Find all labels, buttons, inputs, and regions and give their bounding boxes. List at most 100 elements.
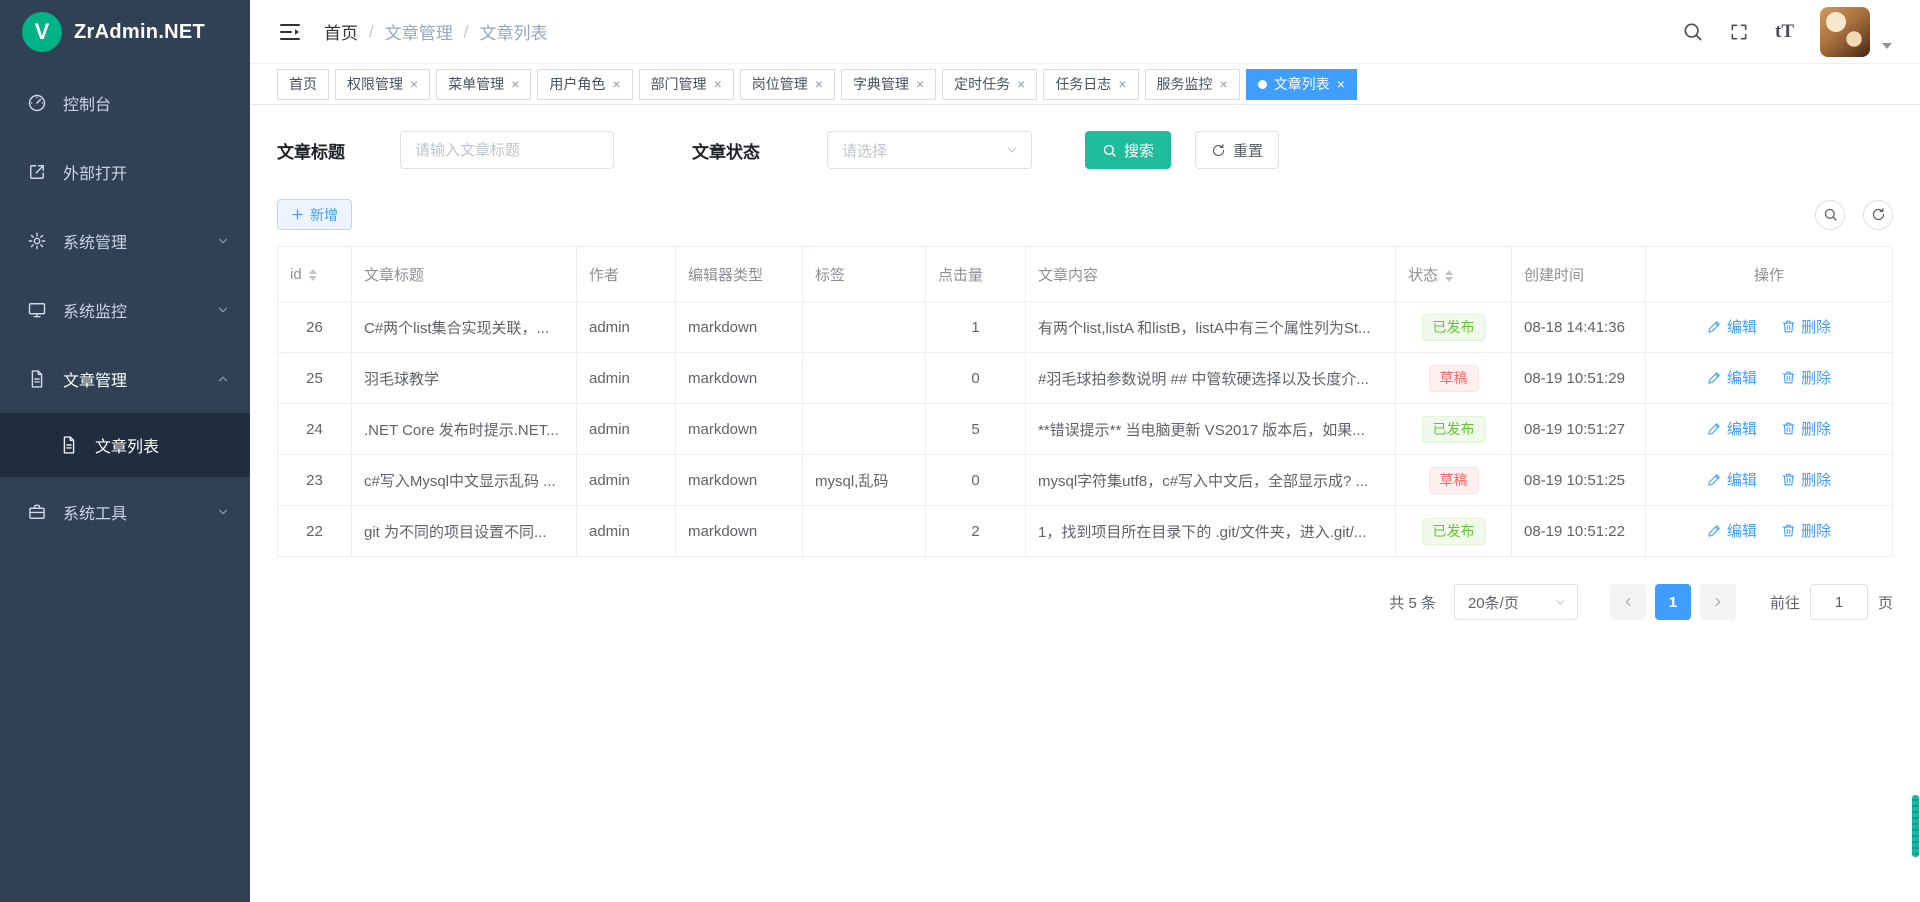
- delete-button[interactable]: 删除: [1781, 469, 1831, 490]
- document-icon: [58, 434, 80, 456]
- delete-button[interactable]: 删除: [1781, 367, 1831, 388]
- breadcrumb-item-article-management[interactable]: 文章管理: [385, 19, 453, 44]
- column-label: 文章标题: [364, 267, 424, 284]
- cell-author: admin: [577, 302, 676, 353]
- fullscreen-icon[interactable]: [1729, 22, 1749, 42]
- tab-user-role[interactable]: 用户角色×: [537, 69, 632, 100]
- column-header-status[interactable]: 状态: [1396, 247, 1512, 302]
- close-icon[interactable]: ×: [714, 77, 722, 91]
- close-icon[interactable]: ×: [410, 77, 418, 91]
- delete-button[interactable]: 删除: [1781, 316, 1831, 337]
- article-title-input[interactable]: [400, 131, 614, 169]
- sidebar-item-console[interactable]: 控制台: [0, 68, 250, 137]
- chevron-down-icon: [216, 303, 230, 317]
- sidebar: V ZrAdmin.NET 控制台 外部打开 系统管理: [0, 0, 250, 902]
- goto-page-input[interactable]: [1810, 584, 1868, 620]
- cell-editor: markdown: [676, 353, 803, 404]
- tab-menu-management[interactable]: 菜单管理×: [436, 69, 531, 100]
- logo[interactable]: V ZrAdmin.NET: [0, 0, 250, 64]
- cell-id: 22: [278, 506, 352, 557]
- search-button[interactable]: 搜索: [1085, 131, 1171, 169]
- close-icon[interactable]: ×: [815, 77, 823, 91]
- sort-icon: [1445, 270, 1453, 282]
- sidebar-item-label: 控制台: [63, 91, 111, 115]
- tab-label: 任务日志: [1055, 74, 1111, 94]
- tab-label: 服务监控: [1157, 74, 1213, 94]
- tab-label: 定时任务: [954, 74, 1010, 94]
- scrollbar-thumb[interactable]: [1912, 795, 1919, 857]
- delete-label: 删除: [1801, 367, 1831, 388]
- logo-letter: V: [35, 19, 50, 45]
- sidebar-item-system-tools[interactable]: 系统工具: [0, 477, 250, 546]
- tab-permission-management[interactable]: 权限管理×: [335, 69, 430, 100]
- article-status-select[interactable]: 请选择: [827, 131, 1032, 169]
- caret-down-icon[interactable]: [1882, 43, 1892, 49]
- cell-content: 1，找到项目所在目录下的 .git/文件夹，进入.git/...: [1026, 506, 1396, 557]
- table-toolbar-right: [1815, 200, 1893, 230]
- tab-post-management[interactable]: 岗位管理 ×: [740, 69, 835, 100]
- user-avatar[interactable]: [1820, 7, 1870, 57]
- search-icon[interactable]: [1682, 21, 1703, 42]
- next-page-button[interactable]: [1700, 584, 1736, 620]
- sidebar-item-external-open[interactable]: 外部打开: [0, 137, 250, 206]
- add-button[interactable]: 新增: [277, 199, 352, 230]
- column-header-id[interactable]: id: [278, 247, 352, 302]
- tab-scheduled-task[interactable]: 定时任务 ×: [942, 69, 1037, 100]
- tab-dict-management[interactable]: 字典管理×: [841, 69, 936, 100]
- close-icon[interactable]: ×: [1118, 77, 1126, 91]
- pagination: 共 5 条 20条/页 1 前往: [277, 584, 1893, 620]
- menu-fold-icon[interactable]: [278, 20, 302, 44]
- table-row: 24 .NET Core 发布时提示.NET... admin markdown…: [278, 404, 1893, 455]
- cell-author: admin: [577, 455, 676, 506]
- edit-button[interactable]: 编辑: [1707, 418, 1757, 439]
- close-icon[interactable]: ×: [916, 77, 924, 91]
- tab-service-monitor[interactable]: 服务监控 ×: [1145, 69, 1240, 100]
- cell-tag: [803, 506, 926, 557]
- chevron-down-icon: [216, 234, 230, 248]
- tab-label: 岗位管理: [752, 74, 808, 94]
- sidebar-item-system-management[interactable]: 系统管理: [0, 206, 250, 275]
- prev-page-button[interactable]: [1610, 584, 1646, 620]
- page-size-value: 20条/页: [1468, 592, 1519, 613]
- breadcrumb-item-home[interactable]: 首页: [324, 19, 358, 44]
- close-icon[interactable]: ×: [1220, 77, 1228, 91]
- sidebar-item-article-list[interactable]: 文章列表: [0, 413, 250, 477]
- close-icon[interactable]: ×: [511, 77, 519, 91]
- cell-clicks: 2: [926, 506, 1026, 557]
- tab-home[interactable]: 首页: [277, 69, 329, 100]
- cell-actions: 编辑 删除: [1646, 302, 1893, 353]
- edit-button[interactable]: 编辑: [1707, 520, 1757, 541]
- close-icon[interactable]: ×: [1337, 77, 1345, 91]
- cell-actions: 编辑 删除: [1646, 455, 1893, 506]
- sidebar-item-article-management[interactable]: 文章管理: [0, 344, 250, 413]
- edit-button[interactable]: 编辑: [1707, 316, 1757, 337]
- status-badge: 草稿: [1429, 467, 1479, 494]
- delete-button[interactable]: 删除: [1781, 520, 1831, 541]
- toggle-search-icon[interactable]: [1815, 200, 1845, 230]
- close-icon[interactable]: ×: [612, 77, 620, 91]
- close-icon[interactable]: ×: [1017, 77, 1025, 91]
- tabs-bar: 首页 权限管理× 菜单管理× 用户角色× 部门管理× 岗位管理 × 字典管理× 定…: [250, 64, 1920, 105]
- sidebar-item-system-monitor[interactable]: 系统监控: [0, 275, 250, 344]
- reset-button[interactable]: 重置: [1195, 131, 1279, 169]
- edit-label: 编辑: [1727, 418, 1757, 439]
- edit-label: 编辑: [1727, 469, 1757, 490]
- refresh-icon: [1211, 143, 1226, 158]
- cell-id: 23: [278, 455, 352, 506]
- edit-label: 编辑: [1727, 520, 1757, 541]
- monitor-icon: [26, 299, 48, 321]
- font-size-icon[interactable]: tT: [1775, 21, 1794, 43]
- edit-button[interactable]: 编辑: [1707, 367, 1757, 388]
- delete-button[interactable]: 删除: [1781, 418, 1831, 439]
- page-number-button[interactable]: 1: [1655, 584, 1691, 620]
- tab-department-management[interactable]: 部门管理×: [639, 69, 734, 100]
- edit-label: 编辑: [1727, 316, 1757, 337]
- edit-button[interactable]: 编辑: [1707, 469, 1757, 490]
- page-size-select[interactable]: 20条/页: [1454, 584, 1578, 620]
- refresh-table-icon[interactable]: [1863, 200, 1893, 230]
- select-placeholder: 请选择: [842, 140, 887, 161]
- cell-status: 草稿: [1396, 455, 1512, 506]
- column-header-actions: 操作: [1646, 247, 1893, 302]
- tab-task-log[interactable]: 任务日志 ×: [1043, 69, 1138, 100]
- tab-article-list[interactable]: 文章列表×: [1246, 69, 1357, 100]
